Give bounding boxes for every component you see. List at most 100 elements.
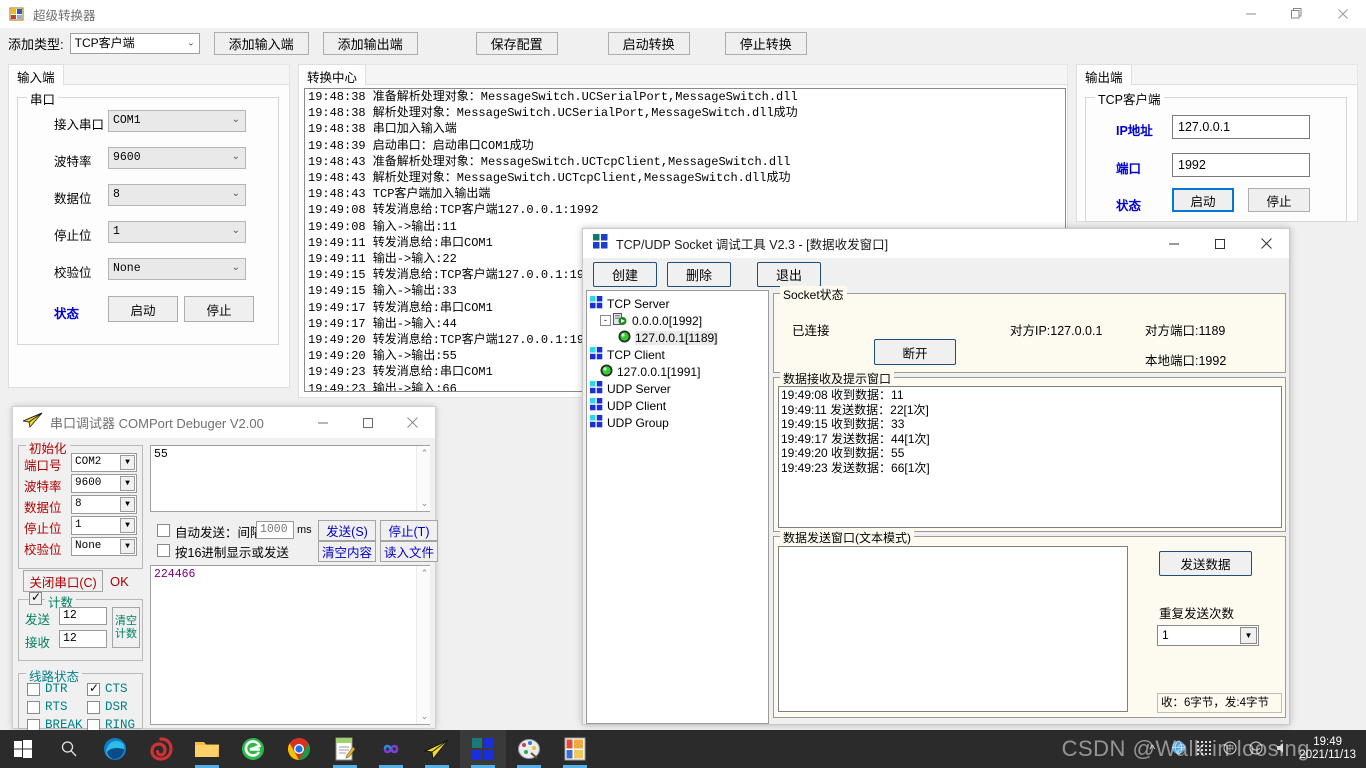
tab-input[interactable]: 输入端 (8, 64, 64, 85)
com-receive-textarea[interactable]: 224466 (150, 565, 430, 725)
com-parity-combo[interactable]: None ▼ (71, 537, 137, 556)
chevron-up-icon[interactable]: ⌃ (417, 566, 432, 581)
tree-item[interactable]: 127.0.0.1[1189] (590, 329, 768, 346)
comport-debuger-button[interactable] (414, 730, 460, 768)
tree-item[interactable]: TCP Server (590, 295, 768, 312)
ip-address-field[interactable]: 127.0.0.1 (1172, 115, 1310, 139)
com-receive-scrollbar[interactable]: ⌃ ⌄ (416, 566, 430, 724)
super-converter-button[interactable] (460, 730, 506, 768)
tree-item[interactable]: UDP Client (590, 397, 768, 414)
stop-convert-button[interactable]: 停止转换 (724, 31, 807, 55)
visual-studio-button[interactable] (368, 730, 414, 768)
disconnect-button[interactable]: 断开 (874, 339, 956, 365)
receive-log-list[interactable]: 19:49:08 收到数据：11 19:49:11 发送数据：22[1次] 19:4… (778, 386, 1282, 528)
add-input-button[interactable]: 添加输入端 (213, 31, 309, 55)
tree-item[interactable]: TCP Client (590, 346, 768, 363)
clock[interactable]: 19:49 2021/11/13 (1295, 736, 1366, 762)
chevron-down-icon[interactable]: ⌄ (417, 709, 432, 724)
tree-item[interactable]: UDP Group (590, 414, 768, 431)
count-recv-value[interactable]: 12 (59, 630, 107, 648)
send-textarea[interactable] (778, 546, 1128, 712)
minimize-button[interactable] (300, 407, 345, 438)
input-stop-button[interactable]: 停止 (184, 296, 254, 322)
count-send-label: 发送 (25, 613, 51, 627)
com-port-combo[interactable]: COM2 ▼ (71, 453, 137, 472)
tab-output[interactable]: 输出端 (1076, 64, 1132, 85)
volume-icon[interactable] (1269, 741, 1295, 758)
send-data-button[interactable]: 发送数据 (1159, 551, 1252, 576)
chevron-up-icon[interactable]: ^ (1139, 742, 1165, 756)
input-indicator-icon[interactable]: 中 (1217, 741, 1243, 758)
maximize-restore-button[interactable] (1274, 0, 1320, 28)
minimize-button[interactable] (1151, 229, 1197, 258)
maximize-button[interactable] (1197, 229, 1243, 258)
com-baud-combo[interactable]: 9600 ▼ (71, 474, 137, 493)
com-stop-button[interactable]: 停止(T) (380, 520, 438, 541)
tree-item[interactable]: - 0.0.0.0[1992] (590, 312, 768, 329)
search-button[interactable] (46, 730, 92, 768)
app-red-spiral[interactable] (138, 730, 184, 768)
create-button[interactable]: 创建 (593, 261, 658, 287)
output-stop-button[interactable]: 停止 (1248, 188, 1310, 212)
tree-expander[interactable]: - (600, 315, 611, 326)
count-send-value[interactable]: 12 (59, 607, 107, 625)
chevron-down-icon[interactable]: ⌄ (417, 496, 432, 511)
tree-item-label: 127.0.0.1[1991] (617, 364, 701, 379)
start-convert-button[interactable]: 启动转换 (607, 31, 690, 55)
tree-item[interactable]: UDP Server (590, 380, 768, 397)
network-icon[interactable] (1243, 741, 1269, 758)
com-send-scrollbar[interactable]: ⌃ ⌄ (416, 446, 430, 511)
input-start-button[interactable]: 启动 (108, 296, 178, 322)
hex-mode-checkbox[interactable] (157, 544, 170, 557)
com-send-button[interactable]: 发送(S) (318, 520, 376, 541)
parity-combo[interactable]: None ⌄ (108, 258, 246, 280)
stop-bits-combo[interactable]: 1 ⌄ (108, 221, 246, 243)
output-start-button[interactable]: 启动 (1172, 188, 1234, 212)
globe-icon[interactable] (1165, 740, 1191, 758)
chevron-down-icon: ▼ (1240, 627, 1257, 644)
interval-field[interactable]: 1000 (256, 521, 294, 539)
file-explorer-button[interactable] (184, 730, 230, 768)
rts-checkbox[interactable] (27, 701, 40, 714)
chevron-up-icon[interactable]: ⌃ (417, 446, 432, 461)
socket-tree[interactable]: TCP Server - 0.0.0.0[1992] 127.0.0.1[1189] T… (586, 290, 769, 724)
chrome-button[interactable] (276, 730, 322, 768)
close-button[interactable] (1320, 0, 1366, 28)
clear-count-button[interactable]: 清空 计数 (112, 607, 140, 648)
close-serial-button[interactable]: 关闭串口(C) (23, 570, 103, 592)
delete-button[interactable]: 删除 (667, 261, 732, 287)
paint-button[interactable] (506, 730, 552, 768)
maximize-button[interactable] (345, 407, 390, 438)
auto-send-checkbox[interactable] (157, 524, 170, 537)
minimize-button[interactable] (1228, 0, 1274, 28)
exit-button[interactable]: 退出 (757, 261, 822, 287)
dtr-checkbox[interactable] (27, 683, 40, 696)
add-type-combo[interactable]: TCP客户端 ⌄ (69, 32, 200, 54)
count-enable-checkbox[interactable] (29, 590, 42, 605)
socket-tool-button[interactable] (552, 730, 598, 768)
tcp-client-group-legend: TCP客户端 (1095, 89, 1164, 108)
com-stopbits-combo[interactable]: 1 ▼ (71, 516, 137, 535)
tree-item[interactable]: 127.0.0.1[1991] (590, 363, 768, 380)
add-output-button[interactable]: 添加输出端 (322, 31, 418, 55)
close-button[interactable] (390, 407, 435, 438)
baud-rate-combo[interactable]: 9600 ⌄ (108, 147, 246, 169)
clear-content-button[interactable]: 清空内容 (318, 541, 376, 562)
data-bits-combo[interactable]: 8 ⌄ (108, 184, 246, 206)
repeat-count-combo[interactable]: 1 ▼ (1157, 625, 1259, 646)
close-button[interactable] (1243, 229, 1289, 258)
save-config-button[interactable]: 保存配置 (475, 31, 558, 55)
browser-e-button[interactable] (230, 730, 276, 768)
tab-convert-center[interactable]: 转换中心 (298, 64, 367, 85)
com-send-textarea[interactable]: 55 (150, 445, 430, 512)
com-databits-combo[interactable]: 8 ▼ (71, 495, 137, 514)
read-file-button[interactable]: 读入文件 (380, 541, 438, 562)
serial-port-combo[interactable]: COM1 ⌄ (108, 110, 246, 132)
dsr-checkbox[interactable] (87, 701, 100, 714)
start-button[interactable] (0, 730, 46, 768)
cts-checkbox[interactable] (87, 681, 100, 696)
notepad-app-button[interactable] (322, 730, 368, 768)
edge-button[interactable] (92, 730, 138, 768)
port-field[interactable]: 1992 (1172, 153, 1310, 177)
grid-icon[interactable] (1191, 740, 1217, 758)
